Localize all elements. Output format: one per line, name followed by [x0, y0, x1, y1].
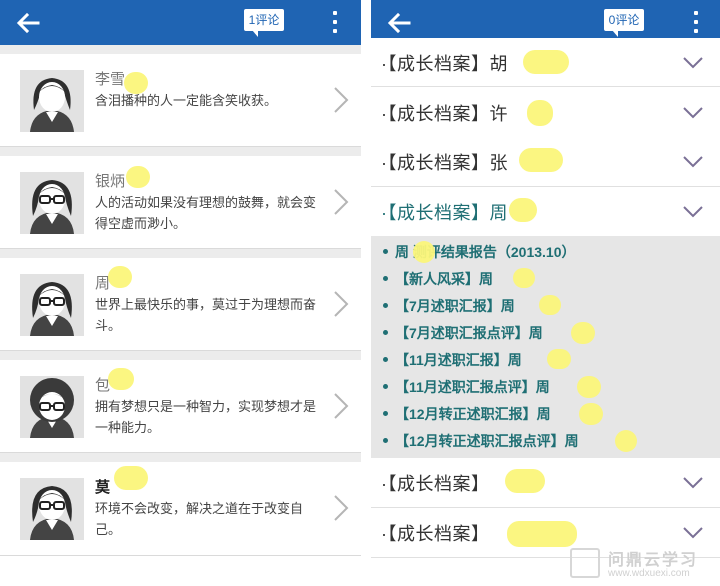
person-name: 莫: [95, 479, 111, 496]
person-card[interactable]: 李雪 含泪播种的人一定能含笑收获。: [0, 54, 361, 147]
chevron-right-icon: [334, 495, 349, 521]
chevron-right-icon: [334, 189, 349, 215]
chevron-down-icon: [683, 156, 703, 168]
watermark-url: www.wdxuexi.com: [608, 568, 690, 579]
person-card[interactable]: 银炳 人的活动如果没有理想的鼓舞，就会变得空虚而渺小。: [0, 156, 361, 249]
chevron-down-icon: [683, 107, 703, 119]
person-quote: 拥有梦想只是一种智力，实现梦想才是一种能力。: [95, 399, 317, 435]
person-card[interactable]: 包 拥有梦想只是一种智力，实现梦想才是一种能力。: [0, 360, 361, 453]
more-menu-icon[interactable]: [330, 11, 340, 35]
archive-title: ·【成长档案】张: [381, 153, 508, 173]
sub-item-link[interactable]: 【11月述职汇报】周: [383, 350, 522, 370]
chevron-right-icon: [334, 393, 349, 419]
app-bar: 1评论: [0, 0, 361, 45]
sub-item-link[interactable]: 【11月述职汇报点评】周: [383, 377, 550, 397]
left-screen: 1评论 李雪 含泪播种的人一定能含笑收获。 银炳 人的活动如果没有理想的鼓舞，就…: [0, 0, 361, 586]
sub-item-link[interactable]: 【7月述职汇报点评】周: [383, 323, 543, 343]
archive-title: ·【成长档案】: [381, 524, 490, 544]
person-quote: 环境不会改变，解决之道在于改变自己。: [95, 501, 304, 537]
person-name: 银炳: [95, 173, 126, 190]
female-glasses-avatar-icon: [20, 172, 84, 234]
female-glasses-avatar-icon: [20, 478, 84, 540]
archive-row[interactable]: ·【成长档案】: [371, 458, 720, 508]
watermark: 问鼎云学习 www.wdxuexi.com: [570, 544, 716, 584]
sub-item-link[interactable]: 周 测评结果报告（2013.10）: [383, 242, 576, 262]
archive-title: ·【成长档案】: [381, 474, 490, 494]
chevron-down-icon: [683, 527, 703, 539]
right-screen: 0评论 ·【成长档案】胡 ·【成长档案】许 ·【成长档案】张 ·【成长档案】 周 …: [371, 0, 720, 586]
archive-row-expanded[interactable]: ·【成长档案】周: [371, 187, 720, 237]
back-arrow-icon[interactable]: [14, 9, 42, 37]
person-card[interactable]: 周 世界上最快乐的事，莫过于为理想而奋斗。: [0, 258, 361, 351]
chevron-down-icon: [683, 57, 703, 69]
person-name: 李雪: [95, 71, 126, 88]
chevron-right-icon: [334, 291, 349, 317]
sub-item-link[interactable]: 【新人风采】周: [383, 269, 493, 289]
chevron-down-icon: [683, 206, 703, 218]
chevron-right-icon: [334, 87, 349, 113]
person-card[interactable]: 莫 环境不会改变，解决之道在于改变自己。: [0, 462, 361, 556]
chevron-down-icon: [683, 477, 703, 489]
watermark-logo-icon: [570, 548, 600, 578]
archive-sub-list: 周 测评结果报告（2013.10） 【新人风采】周 【7月述职汇报】周 【7月述…: [371, 236, 720, 458]
sub-item-link[interactable]: 【12月转正述职汇报】周: [383, 404, 551, 424]
archive-title: ·【成长档案】胡: [381, 54, 508, 74]
archive-title: ·【成长档案】周: [381, 203, 508, 223]
person-quote: 世界上最快乐的事，莫过于为理想而奋斗。: [95, 297, 317, 333]
back-arrow-icon[interactable]: [385, 9, 413, 37]
comment-badge[interactable]: 1评论: [244, 9, 284, 37]
archive-title: ·【成长档案】许: [381, 104, 508, 124]
comment-badge[interactable]: 0评论: [604, 9, 644, 37]
female-glasses-avatar-icon: [20, 274, 84, 336]
sub-item-link[interactable]: 【7月述职汇报】周: [383, 296, 515, 316]
female-curly-avatar-icon: [20, 376, 84, 438]
person-quote: 人的活动如果没有理想的鼓舞，就会变得空虚而渺小。: [95, 195, 317, 231]
sub-item-link[interactable]: 【12月转正述职汇报点评】周: [383, 431, 579, 451]
watermark-title: 问鼎云学习: [608, 552, 699, 569]
female-avatar-icon: [20, 70, 84, 132]
more-menu-icon[interactable]: [691, 11, 701, 35]
